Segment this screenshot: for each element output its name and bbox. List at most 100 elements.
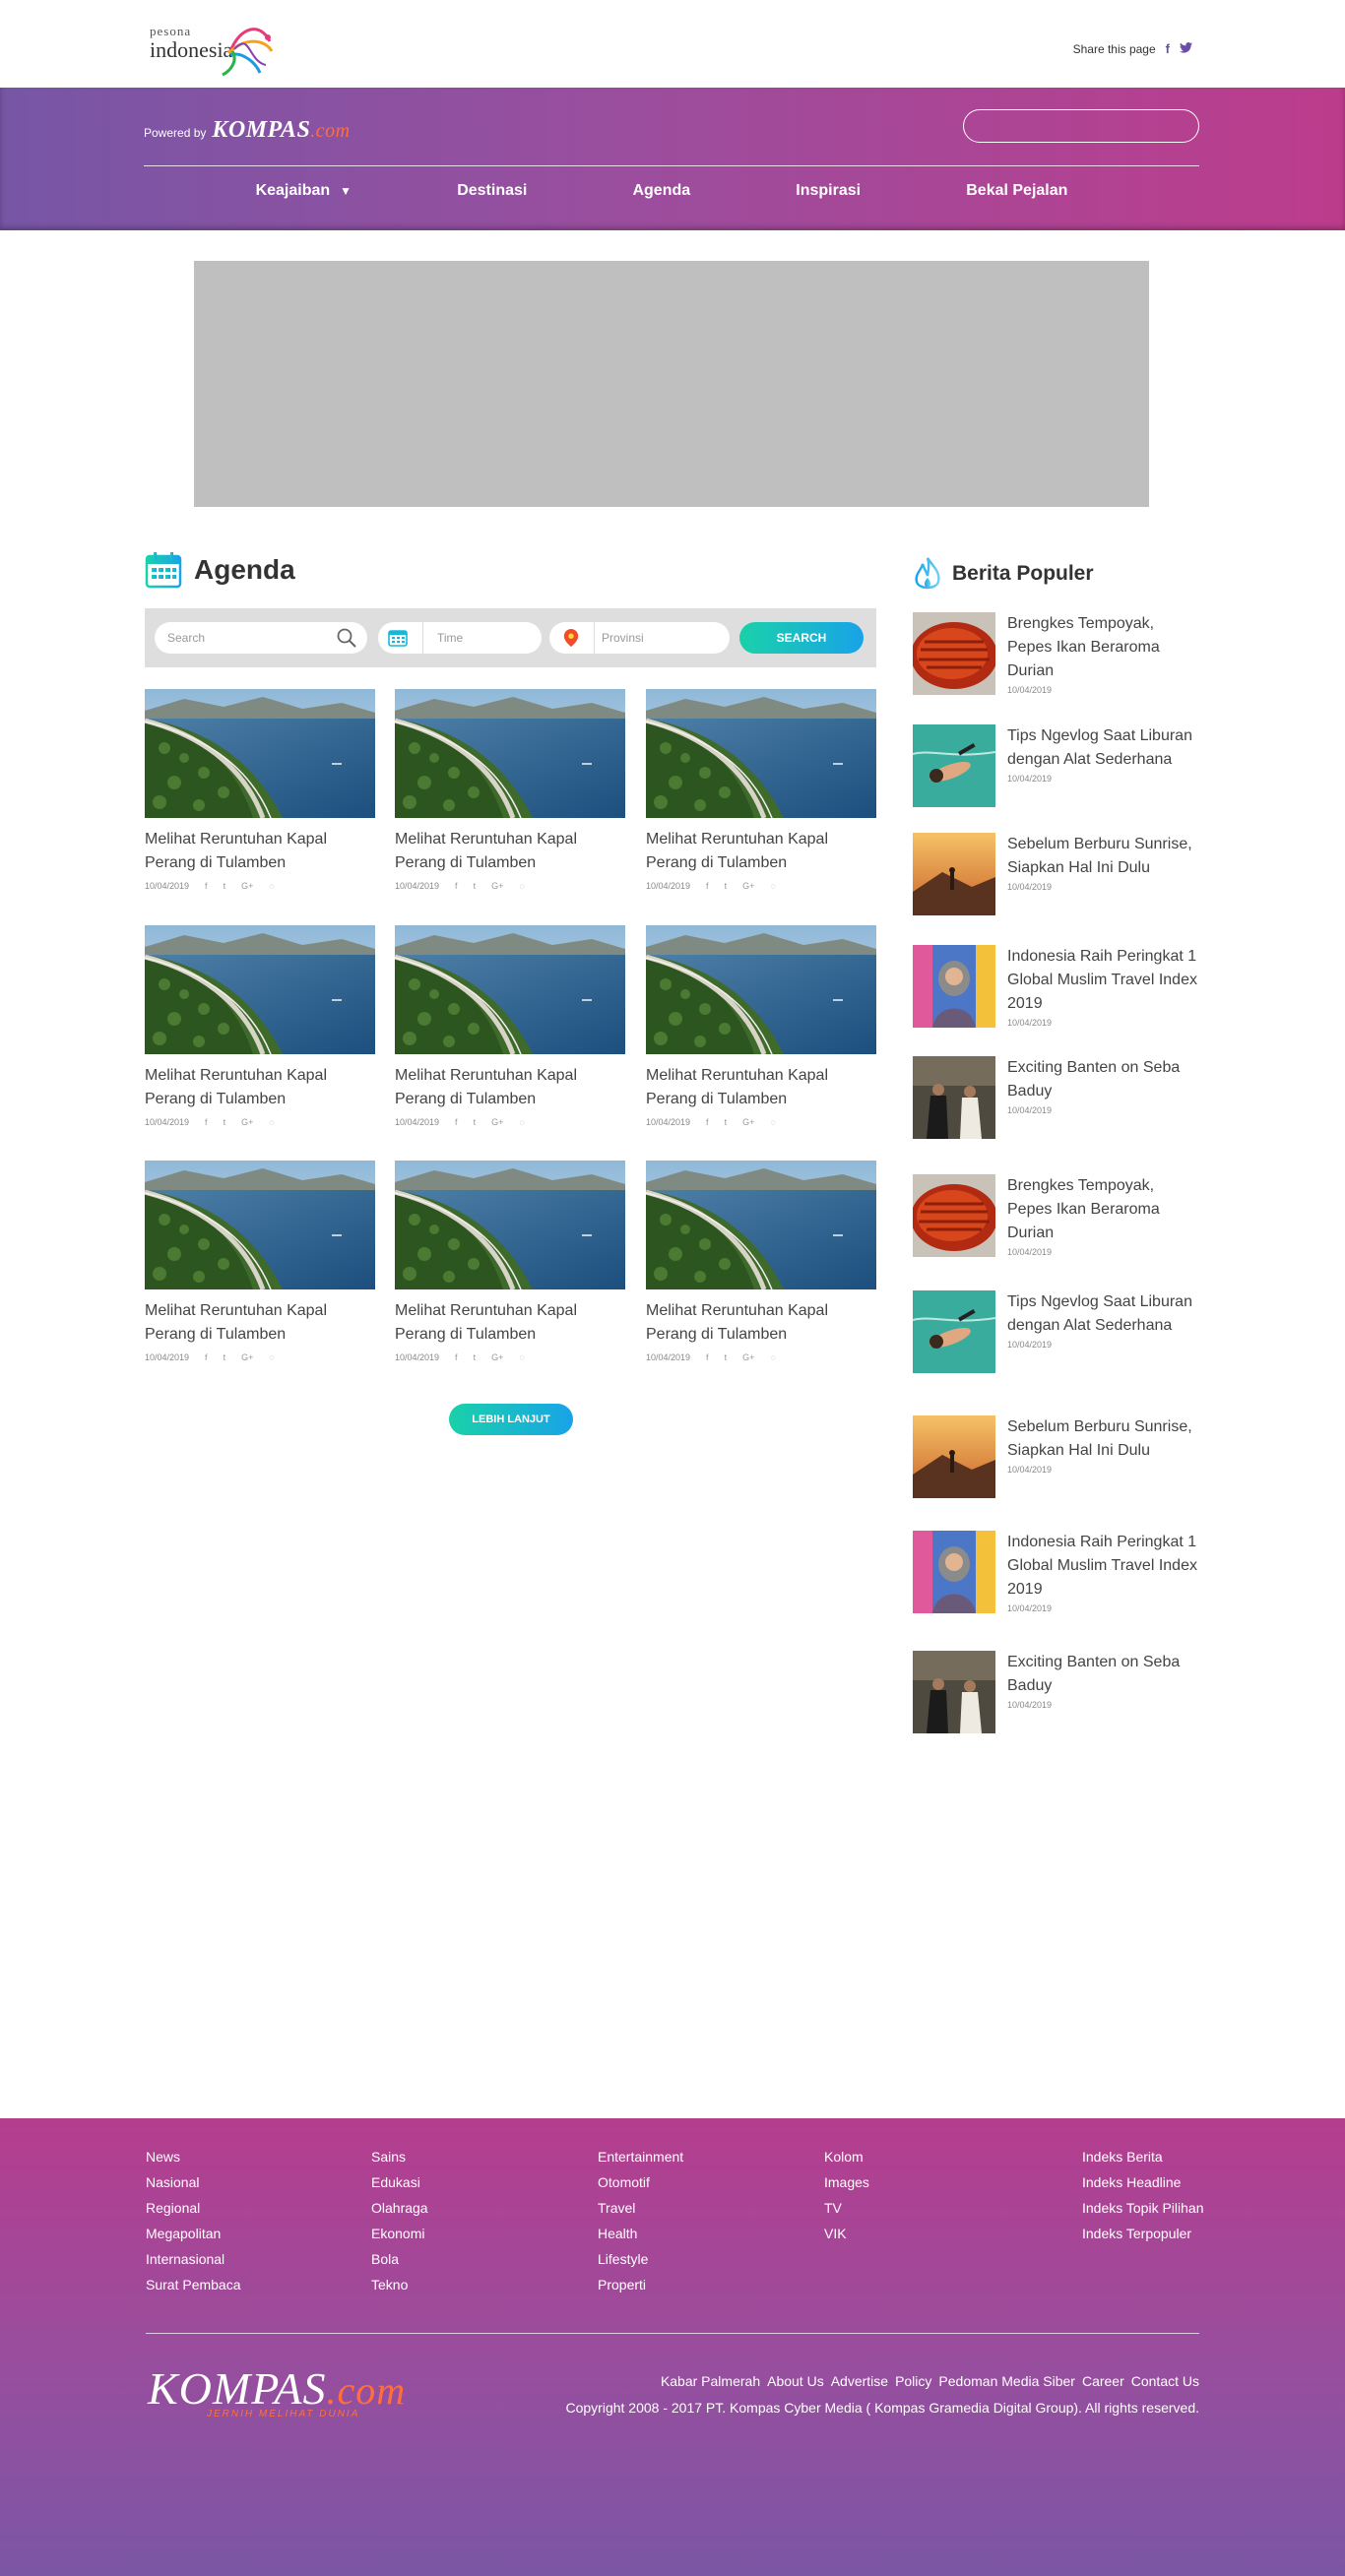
- whatsapp-share-icon[interactable]: ◌: [519, 1352, 524, 1362]
- agenda-thumbnail[interactable]: [145, 689, 375, 818]
- footer-link[interactable]: TV: [824, 2195, 869, 2221]
- footer-link[interactable]: Bola: [371, 2246, 428, 2272]
- agenda-search-input[interactable]: Search: [155, 622, 367, 654]
- nav-item-agenda[interactable]: Agenda: [632, 182, 690, 200]
- footer-link[interactable]: Entertainment: [598, 2144, 683, 2169]
- footer-link[interactable]: Otomotif: [598, 2169, 683, 2195]
- agenda-thumbnail[interactable]: [646, 1161, 876, 1289]
- popular-item-title[interactable]: Exciting Banten on Seba Baduy: [1007, 1651, 1198, 1698]
- google-plus-share-icon[interactable]: G+: [241, 1352, 253, 1362]
- whatsapp-share-icon[interactable]: ◌: [770, 1352, 775, 1362]
- footer-bottom-link[interactable]: Policy: [895, 2373, 931, 2389]
- google-plus-share-icon[interactable]: G+: [742, 1117, 754, 1127]
- header-search-input[interactable]: [963, 109, 1199, 143]
- footer-link[interactable]: Nasional: [146, 2169, 241, 2195]
- agenda-thumbnail[interactable]: [395, 925, 625, 1054]
- popular-thumbnail[interactable]: [913, 724, 995, 807]
- search-icon[interactable]: [336, 627, 357, 649]
- google-plus-share-icon[interactable]: G+: [742, 881, 754, 891]
- footer-link[interactable]: Ekonomi: [371, 2221, 428, 2246]
- facebook-share-icon[interactable]: f: [455, 1352, 458, 1362]
- whatsapp-share-icon[interactable]: ◌: [269, 1117, 274, 1127]
- whatsapp-share-icon[interactable]: ◌: [770, 881, 775, 891]
- twitter-share-icon[interactable]: t: [474, 881, 477, 891]
- footer-link[interactable]: Properti: [598, 2272, 683, 2297]
- popular-item-title[interactable]: Indonesia Raih Peringkat 1 Global Muslim…: [1007, 1531, 1198, 1602]
- footer-link[interactable]: Surat Pembaca: [146, 2272, 241, 2297]
- agenda-search-button[interactable]: SEARCH: [739, 622, 864, 654]
- google-plus-share-icon[interactable]: G+: [241, 1117, 253, 1127]
- twitter-share-icon[interactable]: t: [224, 881, 226, 891]
- popular-thumbnail[interactable]: [913, 945, 995, 1028]
- popular-item-title[interactable]: Sebelum Berburu Sunrise, Siapkan Hal Ini…: [1007, 833, 1198, 880]
- footer-bottom-link[interactable]: Pedoman Media Siber: [938, 2373, 1075, 2389]
- twitter-share-icon[interactable]: t: [725, 1352, 728, 1362]
- nav-item-bekal-pejalan[interactable]: Bekal Pejalan: [966, 182, 1067, 200]
- popular-thumbnail[interactable]: [913, 1415, 995, 1498]
- agenda-card-title[interactable]: Melihat Reruntuhan Kapal Perang di Tulam…: [145, 1299, 375, 1347]
- footer-kompas-logo[interactable]: KOMPAS.com JERNIH MELIHAT DUNIA: [148, 2362, 406, 2419]
- agenda-thumbnail[interactable]: [395, 689, 625, 818]
- agenda-card[interactable]: Melihat Reruntuhan Kapal Perang di Tulam…: [646, 925, 876, 1127]
- nav-item-inspirasi[interactable]: Inspirasi: [796, 182, 861, 200]
- footer-link[interactable]: VIK: [824, 2221, 869, 2246]
- ad-banner-placeholder[interactable]: [194, 261, 1149, 507]
- facebook-share-icon[interactable]: f: [455, 1117, 458, 1127]
- footer-link[interactable]: News: [146, 2144, 241, 2169]
- footer-link[interactable]: Internasional: [146, 2246, 241, 2272]
- agenda-card-title[interactable]: Melihat Reruntuhan Kapal Perang di Tulam…: [395, 1064, 625, 1111]
- agenda-card[interactable]: Melihat Reruntuhan Kapal Perang di Tulam…: [145, 689, 375, 891]
- popular-thumbnail[interactable]: [913, 833, 995, 915]
- footer-link[interactable]: Sains: [371, 2144, 428, 2169]
- twitter-share-icon[interactable]: t: [725, 881, 728, 891]
- agenda-thumbnail[interactable]: [646, 689, 876, 818]
- nav-item-keajaiban[interactable]: Keajaiban ▼: [256, 182, 352, 200]
- footer-link[interactable]: Lifestyle: [598, 2246, 683, 2272]
- footer-link[interactable]: Travel: [598, 2195, 683, 2221]
- agenda-card-title[interactable]: Melihat Reruntuhan Kapal Perang di Tulam…: [646, 1064, 876, 1111]
- agenda-thumbnail[interactable]: [145, 925, 375, 1054]
- footer-link[interactable]: Edukasi: [371, 2169, 428, 2195]
- footer-link[interactable]: Indeks Topik Pilihan: [1082, 2195, 1203, 2221]
- agenda-thumbnail[interactable]: [395, 1161, 625, 1289]
- footer-link[interactable]: Olahraga: [371, 2195, 428, 2221]
- popular-thumbnail[interactable]: [913, 1290, 995, 1373]
- twitter-share-icon[interactable]: t: [224, 1352, 226, 1362]
- agenda-card-title[interactable]: Melihat Reruntuhan Kapal Perang di Tulam…: [145, 1064, 375, 1111]
- twitter-share-icon[interactable]: t: [224, 1117, 226, 1127]
- footer-link[interactable]: Megapolitan: [146, 2221, 241, 2246]
- agenda-card[interactable]: Melihat Reruntuhan Kapal Perang di Tulam…: [145, 925, 375, 1127]
- footer-link[interactable]: Images: [824, 2169, 869, 2195]
- agenda-card[interactable]: Melihat Reruntuhan Kapal Perang di Tulam…: [395, 689, 625, 891]
- agenda-card-title[interactable]: Melihat Reruntuhan Kapal Perang di Tulam…: [395, 1299, 625, 1347]
- popular-item-title[interactable]: Brengkes Tempoyak, Pepes Ikan Beraroma D…: [1007, 1174, 1198, 1245]
- footer-link[interactable]: Indeks Terpopuler: [1082, 2221, 1203, 2246]
- popular-item-title[interactable]: Brengkes Tempoyak, Pepes Ikan Beraroma D…: [1007, 612, 1198, 683]
- agenda-card-title[interactable]: Melihat Reruntuhan Kapal Perang di Tulam…: [145, 828, 375, 875]
- whatsapp-share-icon[interactable]: ◌: [269, 1352, 274, 1362]
- agenda-card[interactable]: Melihat Reruntuhan Kapal Perang di Tulam…: [395, 925, 625, 1127]
- agenda-card[interactable]: Melihat Reruntuhan Kapal Perang di Tulam…: [646, 689, 876, 891]
- whatsapp-share-icon[interactable]: ◌: [269, 881, 274, 891]
- footer-bottom-link[interactable]: Advertise: [831, 2373, 888, 2389]
- twitter-icon[interactable]: [1180, 41, 1192, 56]
- footer-bottom-link[interactable]: Contact Us: [1131, 2373, 1199, 2389]
- google-plus-share-icon[interactable]: G+: [491, 1117, 503, 1127]
- agenda-card-title[interactable]: Melihat Reruntuhan Kapal Perang di Tulam…: [646, 828, 876, 875]
- twitter-share-icon[interactable]: t: [725, 1117, 728, 1127]
- whatsapp-share-icon[interactable]: ◌: [519, 1117, 524, 1127]
- agenda-card-title[interactable]: Melihat Reruntuhan Kapal Perang di Tulam…: [646, 1299, 876, 1347]
- footer-link[interactable]: Tekno: [371, 2272, 428, 2297]
- popular-thumbnail[interactable]: [913, 1531, 995, 1613]
- pesona-indonesia-logo[interactable]: pesona indonesia: [150, 22, 288, 79]
- footer-link[interactable]: Indeks Headline: [1082, 2169, 1203, 2195]
- facebook-share-icon[interactable]: f: [706, 881, 709, 891]
- popular-thumbnail[interactable]: [913, 1056, 995, 1139]
- google-plus-share-icon[interactable]: G+: [241, 881, 253, 891]
- popular-item-title[interactable]: Tips Ngevlog Saat Liburan dengan Alat Se…: [1007, 724, 1198, 772]
- google-plus-share-icon[interactable]: G+: [491, 1352, 503, 1362]
- popular-item-title[interactable]: Sebelum Berburu Sunrise, Siapkan Hal Ini…: [1007, 1415, 1198, 1463]
- footer-bottom-link[interactable]: Career: [1082, 2373, 1124, 2389]
- footer-bottom-link[interactable]: About Us: [767, 2373, 824, 2389]
- popular-item-title[interactable]: Indonesia Raih Peringkat 1 Global Muslim…: [1007, 945, 1198, 1016]
